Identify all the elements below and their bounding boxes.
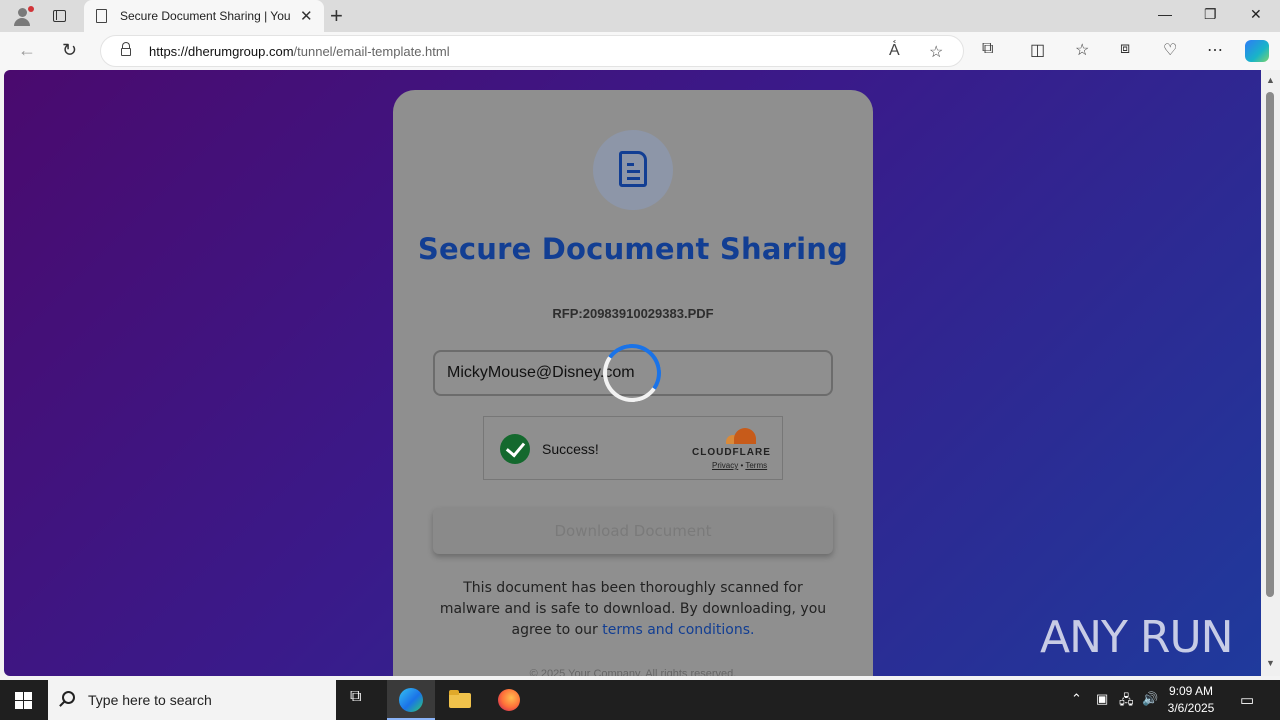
page-scrollbar[interactable]: ▲ ▼ [1261, 70, 1280, 676]
favorite-star-icon[interactable]: ☆ [929, 42, 943, 62]
edge-icon [399, 688, 423, 712]
url-text[interactable]: https://dherumgroup.com/tunnel/email-tem… [149, 44, 450, 59]
success-check-icon [500, 434, 530, 464]
tab-title: Secure Document Sharing | Your [120, 9, 290, 23]
file-explorer-icon[interactable] [448, 688, 472, 712]
clock-date: 3/6/2025 [1167, 701, 1215, 715]
back-button[interactable]: ← [18, 40, 36, 61]
new-tab-button[interactable]: + [330, 3, 343, 29]
windows-taskbar: Type here to search ⧉ ⌃ ▣ 🖧 🔊 9:09 AM 3/… [0, 680, 1280, 720]
document-card: Secure Document Sharing RFP:209839100293… [393, 90, 873, 676]
search-placeholder: Type here to search [88, 692, 212, 708]
scroll-up-icon[interactable]: ▲ [1266, 75, 1275, 85]
edge-taskbar-button[interactable] [387, 680, 435, 720]
captcha-links: Privacy • Terms [712, 461, 768, 470]
document-icon [619, 151, 647, 187]
download-document-button[interactable]: Download Document [433, 508, 833, 554]
taskbar-search-box[interactable]: Type here to search [48, 680, 336, 720]
terms-link[interactable]: terms and conditions. [602, 622, 754, 638]
browser-essentials-icon[interactable]: ♡ [1163, 40, 1177, 60]
volume-icon[interactable]: 🔊 [1142, 691, 1158, 707]
read-aloud-icon[interactable]: A᷾ [889, 42, 900, 60]
refresh-button[interactable]: ↻ [62, 40, 77, 61]
page-footer: © 2025 Your Company. All rights reserved… [529, 668, 737, 676]
notifications-icon[interactable]: ▭ [1240, 691, 1254, 709]
cloudflare-cloud-icon [726, 428, 762, 444]
network-icon[interactable]: 🖧 [1119, 691, 1134, 713]
split-screen-icon[interactable]: ◫ [1030, 40, 1045, 60]
address-bar[interactable]: https://dherumgroup.com/tunnel/email-tem… [100, 35, 964, 67]
minimize-button[interactable]: — [1158, 6, 1172, 22]
close-tab-icon[interactable]: ✕ [300, 7, 313, 25]
restore-button[interactable]: ❐ [1204, 6, 1217, 23]
cloudflare-captcha-widget[interactable]: Success! CLOUDFLARE Privacy • Terms [483, 416, 783, 480]
safety-notice: This document has been thoroughly scanne… [433, 578, 833, 641]
cloudflare-logo: CLOUDFLARE [692, 447, 771, 458]
collections-icon[interactable]: ⧈ [1120, 40, 1130, 58]
captcha-status: Success! [542, 441, 599, 457]
scrollbar-thumb[interactable] [1266, 92, 1274, 597]
scroll-down-icon[interactable]: ▼ [1266, 658, 1275, 668]
more-menu-icon[interactable]: ⋯ [1207, 40, 1223, 60]
page-viewport: Secure Document Sharing RFP:209839100293… [4, 70, 1261, 676]
system-clock[interactable]: 9:09 AM 3/6/2025 [1160, 683, 1222, 717]
page-title: Secure Document Sharing [417, 232, 849, 266]
document-filename: RFP:20983910029383.PDF [552, 306, 714, 321]
tab-actions-icon[interactable] [48, 6, 70, 26]
favorites-icon[interactable]: ☆ [1075, 40, 1089, 60]
close-window-button[interactable]: ✕ [1250, 6, 1262, 23]
task-view-icon[interactable]: ⧉ [350, 688, 374, 712]
search-icon [62, 691, 75, 704]
meet-now-icon[interactable]: ▣ [1096, 691, 1108, 707]
browser-tab[interactable]: Secure Document Sharing | Your ✕ [84, 0, 324, 32]
browser-title-bar: Secure Document Sharing | Your ✕ + — ❐ ✕ [0, 0, 1280, 32]
profile-icon[interactable] [8, 4, 36, 28]
anyrun-watermark: ANY RUN [1040, 612, 1234, 663]
captcha-privacy-link[interactable]: Privacy [712, 461, 738, 470]
clock-time: 9:09 AM [1168, 684, 1214, 698]
document-icon-circle [593, 130, 673, 210]
firefox-icon[interactable] [497, 688, 521, 712]
windows-start-icon[interactable] [15, 692, 32, 709]
copilot-icon[interactable] [1245, 40, 1269, 62]
extensions-icon[interactable]: ⧉ [982, 40, 993, 58]
captcha-terms-link[interactable]: Terms [745, 461, 767, 470]
lock-icon[interactable] [121, 42, 131, 57]
page-icon [96, 9, 107, 23]
tray-overflow-icon[interactable]: ⌃ [1071, 691, 1082, 707]
